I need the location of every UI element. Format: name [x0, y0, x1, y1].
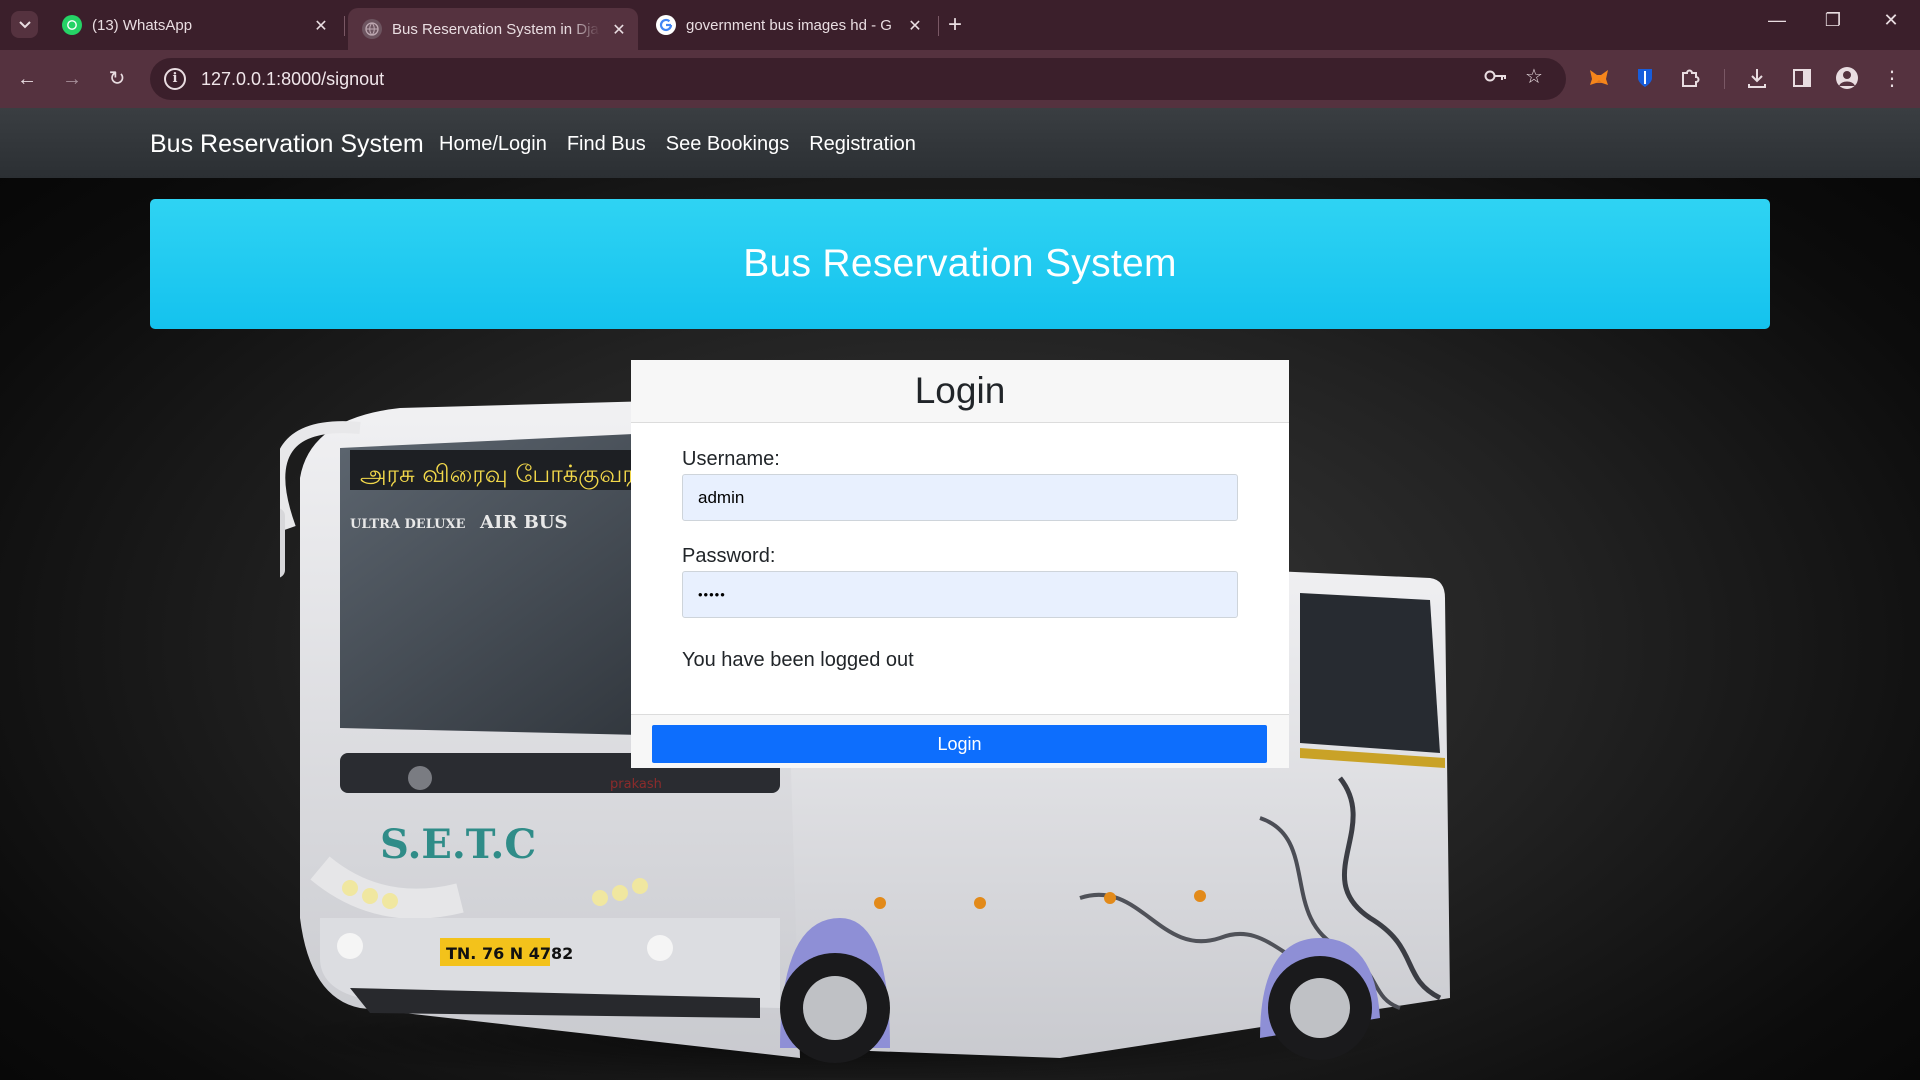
tab-title: Bus Reservation System in Djan	[392, 20, 600, 38]
site-info-icon[interactable]: i	[164, 68, 186, 90]
google-icon	[656, 15, 676, 35]
bitwarden-icon[interactable]	[1632, 65, 1658, 91]
bus-plate-text: TN. 76 N 4782	[446, 944, 573, 963]
restore-icon[interactable]: ❐	[1818, 10, 1848, 31]
page-viewport: Bus Reservation System Home/Login Find B…	[0, 108, 1920, 1080]
banner-title: Bus Reservation System	[743, 242, 1177, 285]
close-icon[interactable]: ✕	[312, 16, 330, 36]
metamask-icon[interactable]	[1586, 65, 1612, 91]
url-text: 127.0.0.1:8000/signout	[201, 68, 385, 89]
login-button[interactable]: Login	[652, 725, 1267, 763]
tab-search-button[interactable]	[11, 11, 38, 38]
close-icon[interactable]: ✕	[906, 16, 924, 36]
whatsapp-icon	[62, 15, 82, 35]
login-card-header: Login	[631, 360, 1289, 423]
toolbar-divider	[1724, 69, 1725, 89]
username-label: Username:	[682, 448, 780, 470]
navbar-links: Home/Login Find Bus See Bookings Registr…	[439, 133, 936, 156]
hero-banner: Bus Reservation System	[150, 199, 1770, 329]
bus-brand-text: prakash	[610, 777, 662, 792]
login-card-footer: Login	[631, 714, 1289, 768]
back-icon[interactable]: ←	[14, 66, 40, 92]
address-bar[interactable]: i 127.0.0.1:8000/signout	[150, 58, 1566, 100]
browser-toolbar: ← → ↻ i 127.0.0.1:8000/signout ☆ ⋮	[0, 50, 1920, 108]
tab-divider	[938, 16, 939, 36]
nav-link-registration[interactable]: Registration	[809, 133, 916, 156]
menu-kebab-icon[interactable]: ⋮	[1879, 65, 1905, 91]
bus-model-text: AIR BUS	[479, 512, 568, 533]
download-icon[interactable]	[1744, 65, 1770, 91]
tab-title: government bus images hd - G	[686, 16, 892, 34]
username-input[interactable]: admin	[682, 474, 1238, 521]
site-navbar: Bus Reservation System Home/Login Find B…	[0, 108, 1920, 178]
tab-divider	[344, 16, 345, 36]
nav-link-home-login[interactable]: Home/Login	[439, 133, 547, 156]
tab-whatsapp[interactable]: (13) WhatsApp ✕	[48, 8, 340, 42]
logout-message: You have been logged out	[682, 649, 914, 671]
minimize-icon[interactable]: —	[1762, 10, 1792, 31]
close-icon[interactable]: ✕	[610, 20, 628, 40]
nav-link-see-bookings[interactable]: See Bookings	[666, 133, 789, 156]
tab-google-images[interactable]: government bus images hd - G ✕	[642, 8, 934, 42]
new-tab-button[interactable]: +	[948, 12, 962, 38]
password-label: Password:	[682, 545, 776, 567]
extensions-puzzle-icon[interactable]	[1677, 65, 1703, 91]
login-card: Login Username: admin Password: ••••• Yo…	[631, 360, 1289, 768]
bus-destination-text: அரசு விரைவு போக்குவரத்	[360, 460, 650, 490]
forward-icon[interactable]: →	[59, 66, 85, 92]
nav-link-find-bus[interactable]: Find Bus	[567, 133, 646, 156]
navbar-brand[interactable]: Bus Reservation System	[150, 130, 424, 159]
bookmark-star-icon[interactable]: ☆	[1525, 64, 1543, 89]
login-heading: Login	[914, 370, 1006, 411]
tab-title: (13) WhatsApp	[92, 16, 193, 34]
window-close-icon[interactable]: ✕	[1876, 10, 1906, 31]
bus-class-text: ULTRA DELUXE	[350, 517, 466, 532]
bus-operator-text: S.E.T.C	[380, 821, 536, 868]
password-input[interactable]: •••••	[682, 571, 1238, 618]
chevron-down-icon	[18, 20, 31, 28]
profile-avatar-icon[interactable]	[1834, 65, 1860, 91]
browser-tab-bar: (13) WhatsApp ✕ Bus Reservation System i…	[0, 0, 1920, 50]
tab-bus-reservation[interactable]: Bus Reservation System in Djan ✕	[348, 8, 638, 50]
password-key-icon[interactable]	[1484, 67, 1508, 90]
globe-icon	[362, 19, 382, 39]
side-panel-icon[interactable]	[1789, 65, 1815, 91]
reload-icon[interactable]: ↻	[104, 66, 130, 92]
